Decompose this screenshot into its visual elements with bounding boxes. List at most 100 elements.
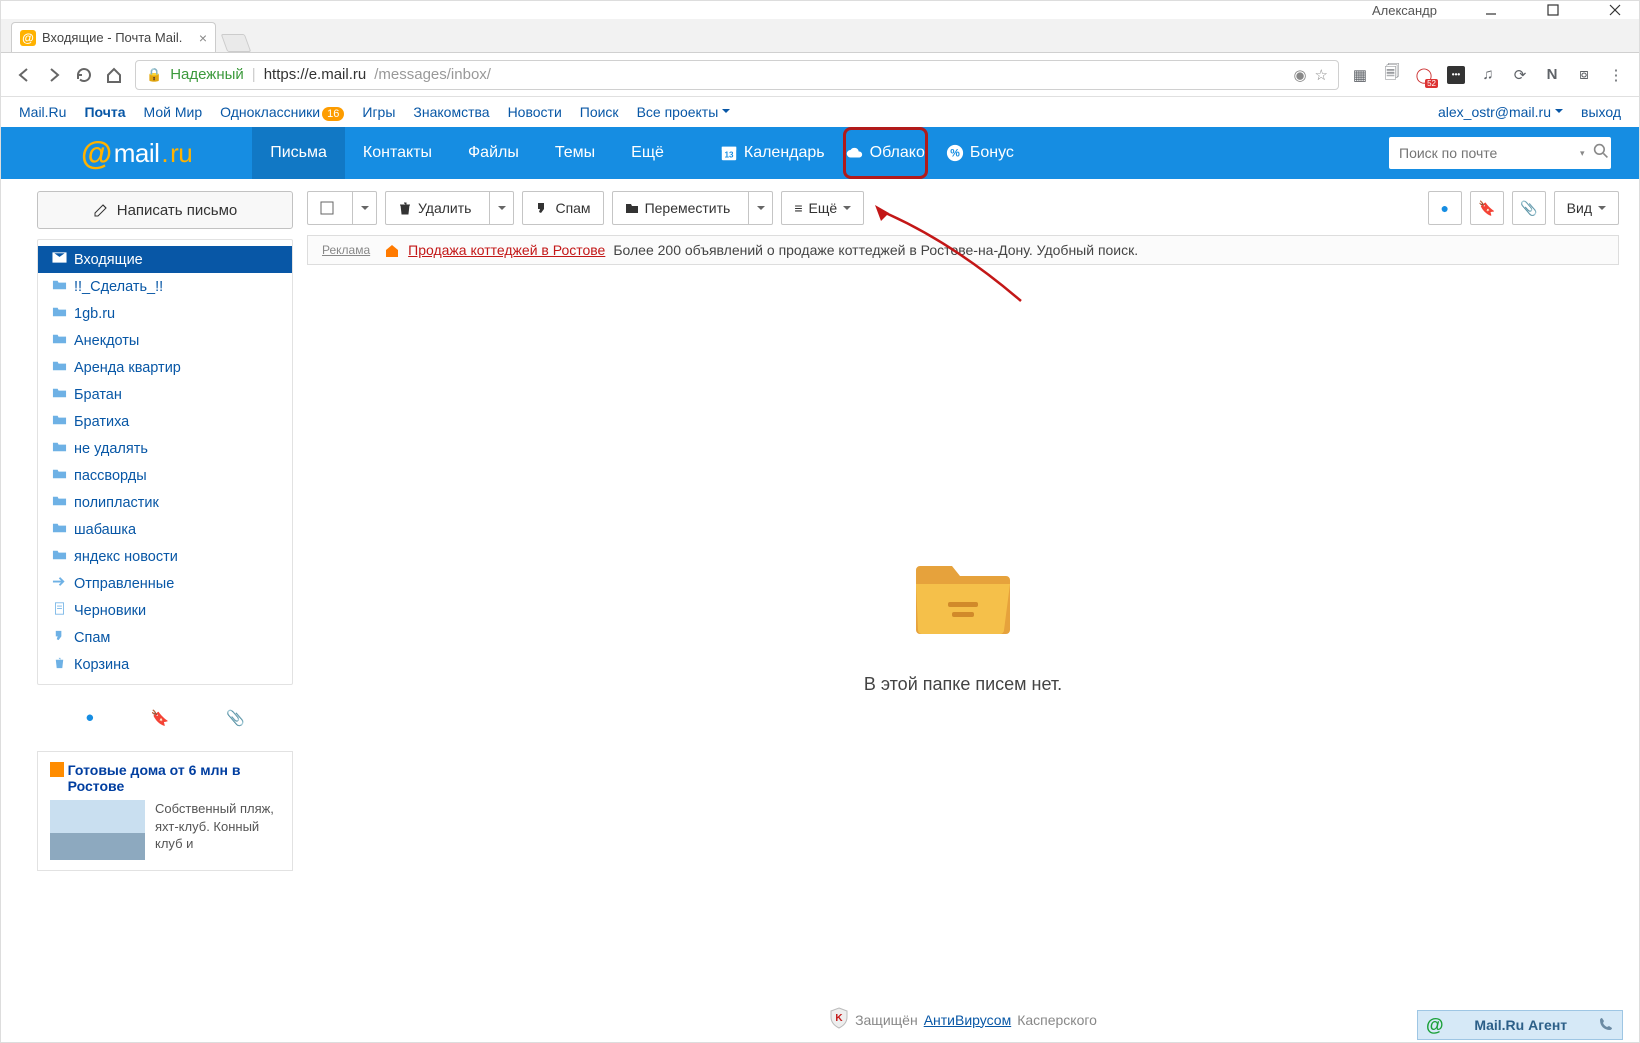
nav-files[interactable]: Файлы: [450, 127, 537, 179]
user-email[interactable]: alex_ostr@mail.ru: [1438, 104, 1563, 120]
ad-strip[interactable]: Реклама Продажа коттеджей в Ростове Боле…: [307, 235, 1619, 265]
mail-search[interactable]: ▾: [1389, 137, 1611, 169]
folder-inbox-0[interactable]: Входящие: [38, 246, 292, 273]
browser-menu-icon[interactable]: ⋮: [1607, 66, 1625, 84]
portal-link-mail[interactable]: Почта: [84, 104, 125, 120]
flagged-filter-button[interactable]: 🔖: [1470, 191, 1504, 225]
folder-folder-3[interactable]: Анекдоты: [38, 327, 292, 354]
view-button[interactable]: Вид: [1554, 191, 1619, 225]
folder-icon: [52, 359, 67, 376]
ext-music-icon[interactable]: ♫: [1479, 66, 1497, 84]
tab-favicon: @: [20, 30, 36, 46]
shield-icon: K: [829, 1007, 849, 1032]
ext-scan-icon[interactable]: ⟳: [1511, 66, 1529, 84]
portal-link-news[interactable]: Новости: [508, 104, 562, 120]
back-button[interactable]: [15, 66, 33, 84]
portal-link-dating[interactable]: Знакомства: [413, 104, 489, 120]
window-maximize-button[interactable]: [1535, 1, 1571, 19]
nav-letters[interactable]: Письма: [252, 127, 345, 179]
logout-link[interactable]: выход: [1581, 104, 1621, 120]
folder-icon: [52, 413, 67, 430]
folder-trash-15[interactable]: Корзина: [38, 651, 292, 678]
phone-icon[interactable]: [1598, 1016, 1614, 1035]
more-button[interactable]: ≡Ещё: [781, 191, 864, 225]
move-button[interactable]: Переместить: [612, 191, 774, 225]
nav-bonus[interactable]: % Бонус: [928, 127, 1032, 179]
folder-icon: [52, 521, 67, 538]
folder-folder-2[interactable]: 1gb.ru: [38, 300, 292, 327]
tab-title: Входящие - Почта Mail.: [42, 30, 195, 45]
folder-spam-14[interactable]: Спам: [38, 624, 292, 651]
folder-sent-12[interactable]: Отправленные: [38, 570, 292, 597]
star-icon[interactable]: ☆: [1315, 66, 1328, 84]
unread-dot-icon[interactable]: ●: [85, 709, 94, 727]
folder-folder-7[interactable]: не удалять: [38, 435, 292, 462]
new-tab-button[interactable]: [221, 34, 252, 52]
ext-n-icon[interactable]: N: [1543, 66, 1561, 84]
nav-themes[interactable]: Темы: [537, 127, 613, 179]
search-icon[interactable]: [1593, 143, 1609, 164]
search-dropdown-icon[interactable]: ▾: [1580, 148, 1585, 159]
folder-folder-5[interactable]: Братан: [38, 381, 292, 408]
nav-calendar[interactable]: 13 Календарь: [702, 127, 843, 179]
window-close-button[interactable]: [1597, 1, 1633, 19]
mailru-agent-bar[interactable]: @ Mail.Ru Агент: [1417, 1010, 1623, 1040]
ext-dots-icon[interactable]: •••: [1447, 66, 1465, 84]
agent-at-icon: @: [1426, 1015, 1444, 1036]
home-button[interactable]: [105, 66, 123, 84]
window-minimize-button[interactable]: [1473, 1, 1509, 19]
portal-link-games[interactable]: Игры: [362, 104, 395, 120]
folder-folder-11[interactable]: яндекс новости: [38, 543, 292, 570]
portal-link-mymir[interactable]: Мой Мир: [144, 104, 203, 120]
address-bar[interactable]: 🔒 Надежный | https://e.mail.ru/messages/…: [135, 60, 1339, 90]
portal-link-search[interactable]: Поиск: [580, 104, 619, 120]
ok-badge: 16: [322, 107, 344, 121]
portal-link-mailru[interactable]: Mail.Ru: [19, 104, 66, 120]
svg-text:13: 13: [724, 151, 733, 160]
folder-folder-1[interactable]: !!_Сделать_!!: [38, 273, 292, 300]
portal-link-ok[interactable]: Одноклассники16: [220, 104, 344, 120]
unread-filter-button[interactable]: ●: [1428, 191, 1462, 225]
folder-folder-8[interactable]: пассворды: [38, 462, 292, 489]
attachment-icon[interactable]: 📎: [226, 709, 245, 727]
flag-icon[interactable]: 🔖: [151, 709, 170, 727]
folder-icon: [52, 494, 67, 511]
antivirus-link[interactable]: АнтиВирусом: [924, 1012, 1012, 1028]
reload-button[interactable]: [75, 66, 93, 84]
compose-button[interactable]: Написать письмо: [37, 191, 293, 229]
mailru-logo[interactable]: @mail.ru: [81, 135, 192, 172]
ext-video-icon[interactable]: ▦: [1351, 66, 1369, 84]
spam-icon: [52, 629, 67, 646]
url-path: /messages/inbox/: [374, 66, 491, 83]
search-input[interactable]: [1399, 145, 1580, 161]
empty-folder-icon: [908, 548, 1018, 648]
attach-filter-button[interactable]: 📎: [1512, 191, 1546, 225]
ext-doc-icon[interactable]: 🗐: [1383, 66, 1401, 84]
delete-button[interactable]: Удалить: [385, 191, 514, 225]
portal-link-all[interactable]: Все проекты: [637, 104, 731, 120]
folder-folder-9[interactable]: полипластик: [38, 489, 292, 516]
folder-folder-6[interactable]: Братиха: [38, 408, 292, 435]
spam-button[interactable]: Спам: [522, 191, 603, 225]
agent-label: Mail.Ru Агент: [1454, 1017, 1588, 1033]
folder-filter-icons: ● 🔖 📎: [37, 695, 293, 741]
folder-folder-4[interactable]: Аренда квартир: [38, 354, 292, 381]
ad-text: Более 200 объявлений о продаже коттеджей…: [613, 242, 1138, 258]
folder-drafts-13[interactable]: Черновики: [38, 597, 292, 624]
inbox-icon: [52, 251, 67, 268]
eye-icon[interactable]: ◉: [1293, 66, 1306, 84]
folder-folder-10[interactable]: шабашка: [38, 516, 292, 543]
nav-cloud[interactable]: Облако: [843, 127, 928, 179]
ext-pin-icon[interactable]: ⧇: [1575, 66, 1593, 84]
ext-shield-icon[interactable]: ◯52: [1415, 66, 1433, 84]
forward-button[interactable]: [45, 66, 63, 84]
select-all-checkbox[interactable]: [307, 191, 377, 225]
folder-icon: [52, 548, 67, 565]
nav-more[interactable]: Ещё: [613, 127, 682, 179]
ad-link[interactable]: Продажа коттеджей в Ростове: [408, 242, 605, 258]
sidebar-ad[interactable]: Готовые дома от 6 млн в Ростове Собствен…: [37, 751, 293, 871]
tab-close-icon[interactable]: ×: [199, 30, 207, 46]
browser-tab[interactable]: @ Входящие - Почта Mail. ×: [11, 22, 216, 52]
nav-contacts[interactable]: Контакты: [345, 127, 450, 179]
folder-icon: [52, 278, 67, 295]
